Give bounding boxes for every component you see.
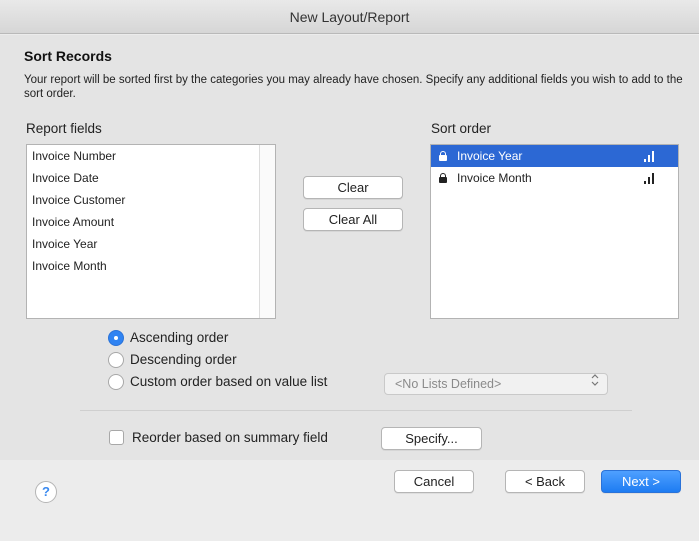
ascending-label: Ascending order [130,330,229,345]
lock-icon [439,151,447,161]
list-item[interactable]: Invoice Month [27,255,275,277]
divider [80,410,632,411]
ascending-sort-icon[interactable] [644,173,656,184]
sort-item-label: Invoice Year [457,149,523,163]
section-title: Sort Records [24,48,112,64]
clear-button[interactable]: Clear [303,176,403,199]
summary-checkbox[interactable] [109,430,124,445]
chevron-updown-icon [591,374,599,394]
descending-label: Descending order [130,352,237,367]
summary-label: Reorder based on summary field [132,430,328,445]
window-title: New Layout/Report [289,9,410,25]
sort-order-label: Sort order [431,121,492,136]
descending-radio[interactable] [108,352,124,368]
sort-item-invoice-year[interactable]: Invoice Year [431,145,678,167]
sort-item-invoice-month[interactable]: Invoice Month [431,167,678,189]
dialog-footer [0,460,699,541]
back-button[interactable]: < Back [505,470,585,493]
list-item[interactable]: Invoice Customer [27,189,275,211]
next-button[interactable]: Next > [601,470,681,493]
clear-all-button[interactable]: Clear All [303,208,403,231]
ascending-sort-icon[interactable] [644,151,656,162]
sort-item-label: Invoice Month [457,171,532,185]
list-item[interactable]: Invoice Date [27,167,275,189]
ascending-radio[interactable] [108,330,124,346]
cancel-button[interactable]: Cancel [394,470,474,493]
window-titlebar: New Layout/Report [0,0,699,34]
lock-icon [439,173,447,183]
value-list-select[interactable]: <No Lists Defined> [384,373,608,395]
custom-order-radio[interactable] [108,374,124,390]
list-item[interactable]: Invoice Year [27,233,275,255]
sort-order-list[interactable]: Invoice Year Invoice Month [430,144,679,319]
section-description: Your report will be sorted first by the … [24,74,683,100]
custom-order-label: Custom order based on value list [130,374,328,389]
report-fields-list[interactable]: Invoice Number Invoice Date Invoice Cust… [26,144,276,319]
report-fields-label: Report fields [26,121,102,136]
value-list-value: <No Lists Defined> [395,377,502,391]
list-item[interactable]: Invoice Number [27,145,275,167]
help-icon[interactable]: ? [35,481,57,503]
dialog-content: Sort Records Your report will be sorted … [0,35,699,460]
specify-button[interactable]: Specify... [381,427,482,450]
list-item[interactable]: Invoice Amount [27,211,275,233]
list-scrollbar[interactable] [259,145,275,318]
